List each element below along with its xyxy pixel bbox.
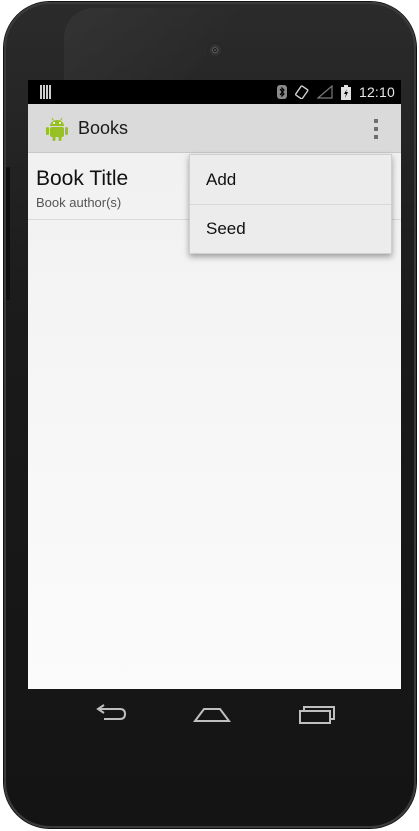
status-bar: 12:10 (28, 80, 401, 104)
notification-icon (40, 85, 52, 99)
book-author: Book author(s) (36, 195, 122, 210)
back-icon[interactable] (90, 701, 130, 729)
overflow-menu: Add Seed (189, 154, 392, 254)
side-button (6, 167, 10, 300)
menu-item-label: Add (206, 170, 237, 189)
signal-icon (316, 85, 333, 99)
menu-item-label: Seed (206, 219, 246, 238)
battery-charging-icon (340, 84, 351, 100)
android-robot-icon[interactable] (42, 113, 72, 143)
screen: 12:10 Books Book Title Book author(s) Ad… (28, 80, 401, 689)
menu-item-add[interactable]: Add (190, 155, 391, 205)
action-bar: Books (28, 104, 401, 153)
menu-item-seed[interactable]: Seed (190, 204, 391, 253)
bluetooth-icon (276, 85, 287, 99)
earpiece-speaker (207, 42, 223, 58)
frame-shine (64, 8, 304, 82)
status-icons: 12:10 (276, 80, 395, 104)
book-title: Book Title (36, 167, 129, 190)
status-time: 12:10 (358, 84, 395, 100)
app-title: Books (78, 118, 129, 138)
navigation-bar (28, 689, 401, 743)
recent-apps-icon[interactable] (296, 701, 336, 729)
rotation-icon (294, 85, 309, 99)
more-vert-icon[interactable] (373, 119, 379, 139)
home-icon[interactable] (192, 701, 232, 729)
